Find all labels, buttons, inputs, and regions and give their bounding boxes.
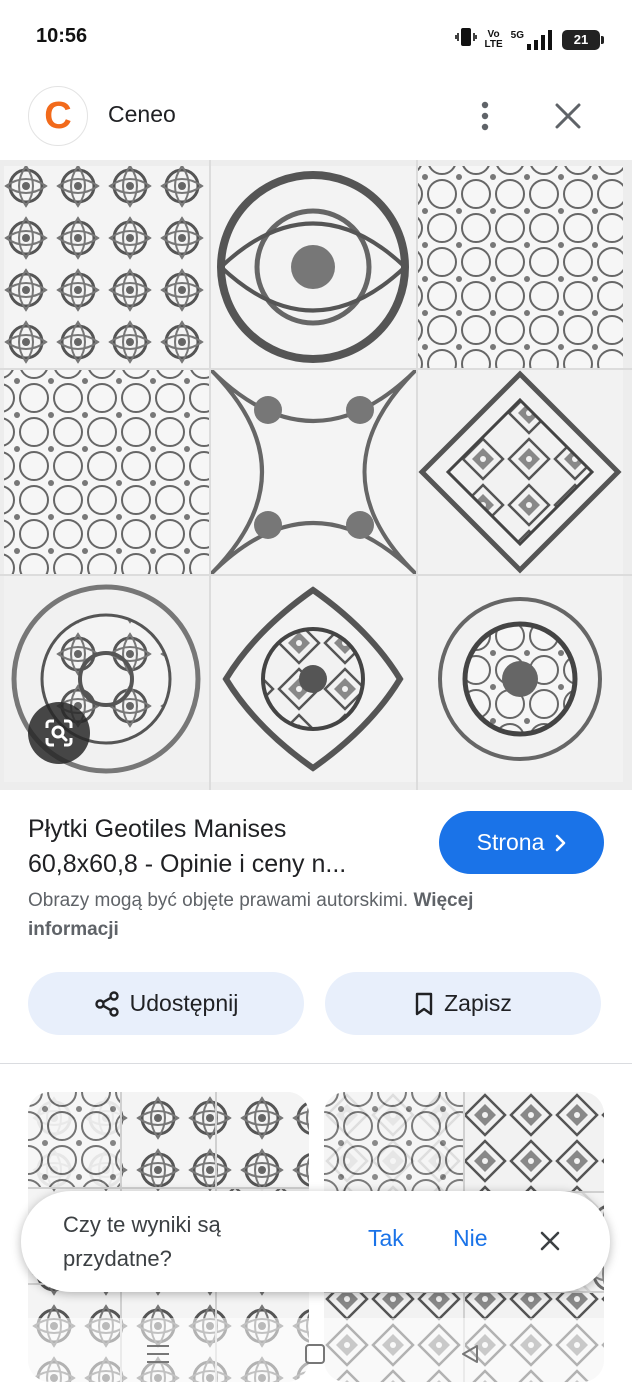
feedback-close-button[interactable] (533, 1224, 567, 1258)
close-button[interactable] (548, 96, 588, 136)
site-logo: C (28, 86, 88, 146)
result-title-line1: Płytki Geotiles Manises (28, 815, 287, 843)
chevron-right-icon (556, 834, 566, 851)
vibrate-icon (454, 26, 477, 53)
share-label: Udostępnij (129, 990, 239, 1016)
visit-site-button[interactable]: Strona (439, 811, 604, 874)
result-title-line2: 60,8x60,8 - Opinie i ceny n... (28, 850, 347, 878)
result-title[interactable]: Płytki Geotiles Manises 60,8x60,8 - Opin… (28, 812, 423, 882)
feedback-question: Czy te wyniki są przydatne? (63, 1212, 221, 1271)
feedback-yes-button[interactable]: Tak (368, 1225, 404, 1252)
back-button[interactable] (454, 1338, 486, 1370)
feedback-no-button[interactable]: Nie (453, 1225, 488, 1252)
status-time: 10:56 (36, 25, 88, 47)
menu-icon (147, 1345, 169, 1363)
copyright-notice: Obrazy mogą być objęte prawami autorskim… (28, 886, 568, 944)
close-icon (555, 103, 581, 129)
tile-pattern-image (0, 160, 632, 790)
home-button[interactable] (299, 1338, 331, 1370)
close-icon (540, 1231, 560, 1251)
more-options-button[interactable] (470, 96, 500, 136)
network-type: 5G (510, 29, 524, 41)
more-vert-icon (481, 101, 489, 131)
signal-icon: 5G (510, 29, 554, 50)
status-bar: 10:56 Vo LTE 5G 21 (0, 0, 632, 76)
system-navigation-bar (0, 1318, 632, 1390)
visit-site-label: Strona (476, 829, 545, 855)
save-label: Zapisz (444, 990, 512, 1016)
recent-apps-button[interactable] (142, 1338, 174, 1370)
source-header: C Ceneo (0, 76, 632, 160)
battery-icon: 21 (562, 29, 604, 50)
result-image[interactable] (0, 160, 632, 790)
lens-icon (45, 719, 73, 747)
share-icon (94, 990, 119, 1017)
share-button[interactable]: Udostępnij (28, 972, 304, 1035)
back-triangle-icon (462, 1345, 478, 1363)
divider (0, 1063, 632, 1064)
feedback-card: Czy te wyniki są przydatne? Tak Nie (21, 1191, 610, 1292)
lens-search-button[interactable] (28, 702, 90, 764)
site-name: Ceneo (108, 101, 176, 127)
save-button[interactable]: Zapisz (325, 972, 601, 1035)
copyright-text: Obrazy mogą być objęte prawami autorskim… (28, 890, 409, 911)
bookmark-icon (415, 992, 433, 1015)
volte-icon: Vo LTE (484, 28, 503, 50)
status-icons: Vo LTE 5G 21 (454, 26, 604, 53)
square-icon (305, 1344, 325, 1364)
